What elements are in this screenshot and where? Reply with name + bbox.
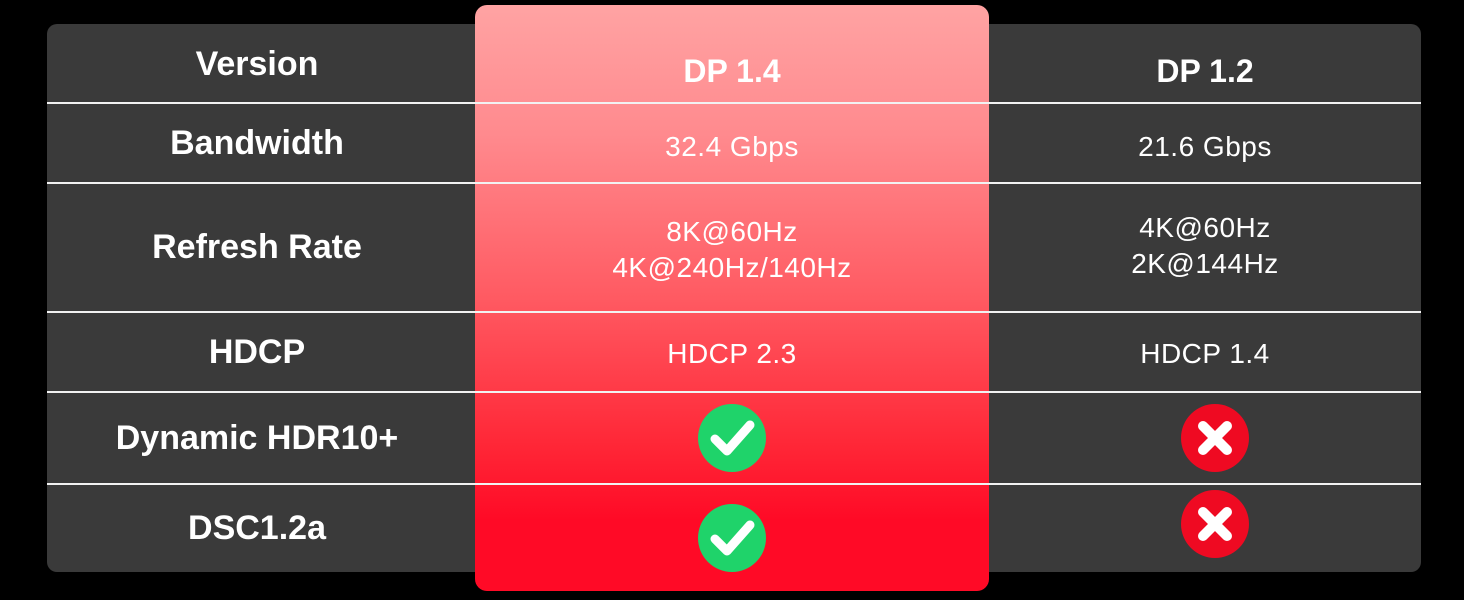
dp12-dsc-support bbox=[989, 480, 1441, 567]
row-label-dsc12a: DSC1.2a bbox=[188, 509, 326, 547]
check-icon bbox=[698, 503, 766, 572]
header-dp14: DP 1.4 bbox=[683, 52, 781, 89]
cross-icon bbox=[1181, 404, 1249, 472]
row-label-bandwidth: Bandwidth bbox=[170, 123, 344, 162]
dp12-refresh-rate-value: 4K@60Hz 2K@144Hz bbox=[1131, 211, 1279, 279]
dp12-bandwidth-value: 21.6 Gbps bbox=[1138, 131, 1272, 162]
row-label-dynamic-hdr10plus: Dynamic HDR10+ bbox=[115, 418, 399, 457]
row-label-hdcp: HDCP bbox=[208, 332, 306, 371]
header-dp12: DP 1.2 bbox=[1156, 52, 1254, 89]
dp12-hdcp-value: HDCP 1.4 bbox=[1140, 338, 1270, 369]
dp14-bandwidth-value: 32.4 Gbps bbox=[665, 131, 799, 162]
row-label-refresh-rate: Refresh Rate bbox=[152, 228, 362, 266]
dp14-hdr10plus-support bbox=[475, 393, 989, 483]
dp12-hdr10plus-support bbox=[989, 393, 1441, 483]
check-icon bbox=[698, 404, 766, 472]
dp14-dsc-support bbox=[475, 494, 989, 581]
cross-icon bbox=[1181, 489, 1249, 558]
header-version-label: Version bbox=[195, 44, 319, 83]
dp14-hdcp-value: HDCP 2.3 bbox=[667, 338, 797, 369]
dp14-refresh-rate-value: 8K@60Hz 4K@240Hz/140Hz bbox=[612, 215, 852, 283]
